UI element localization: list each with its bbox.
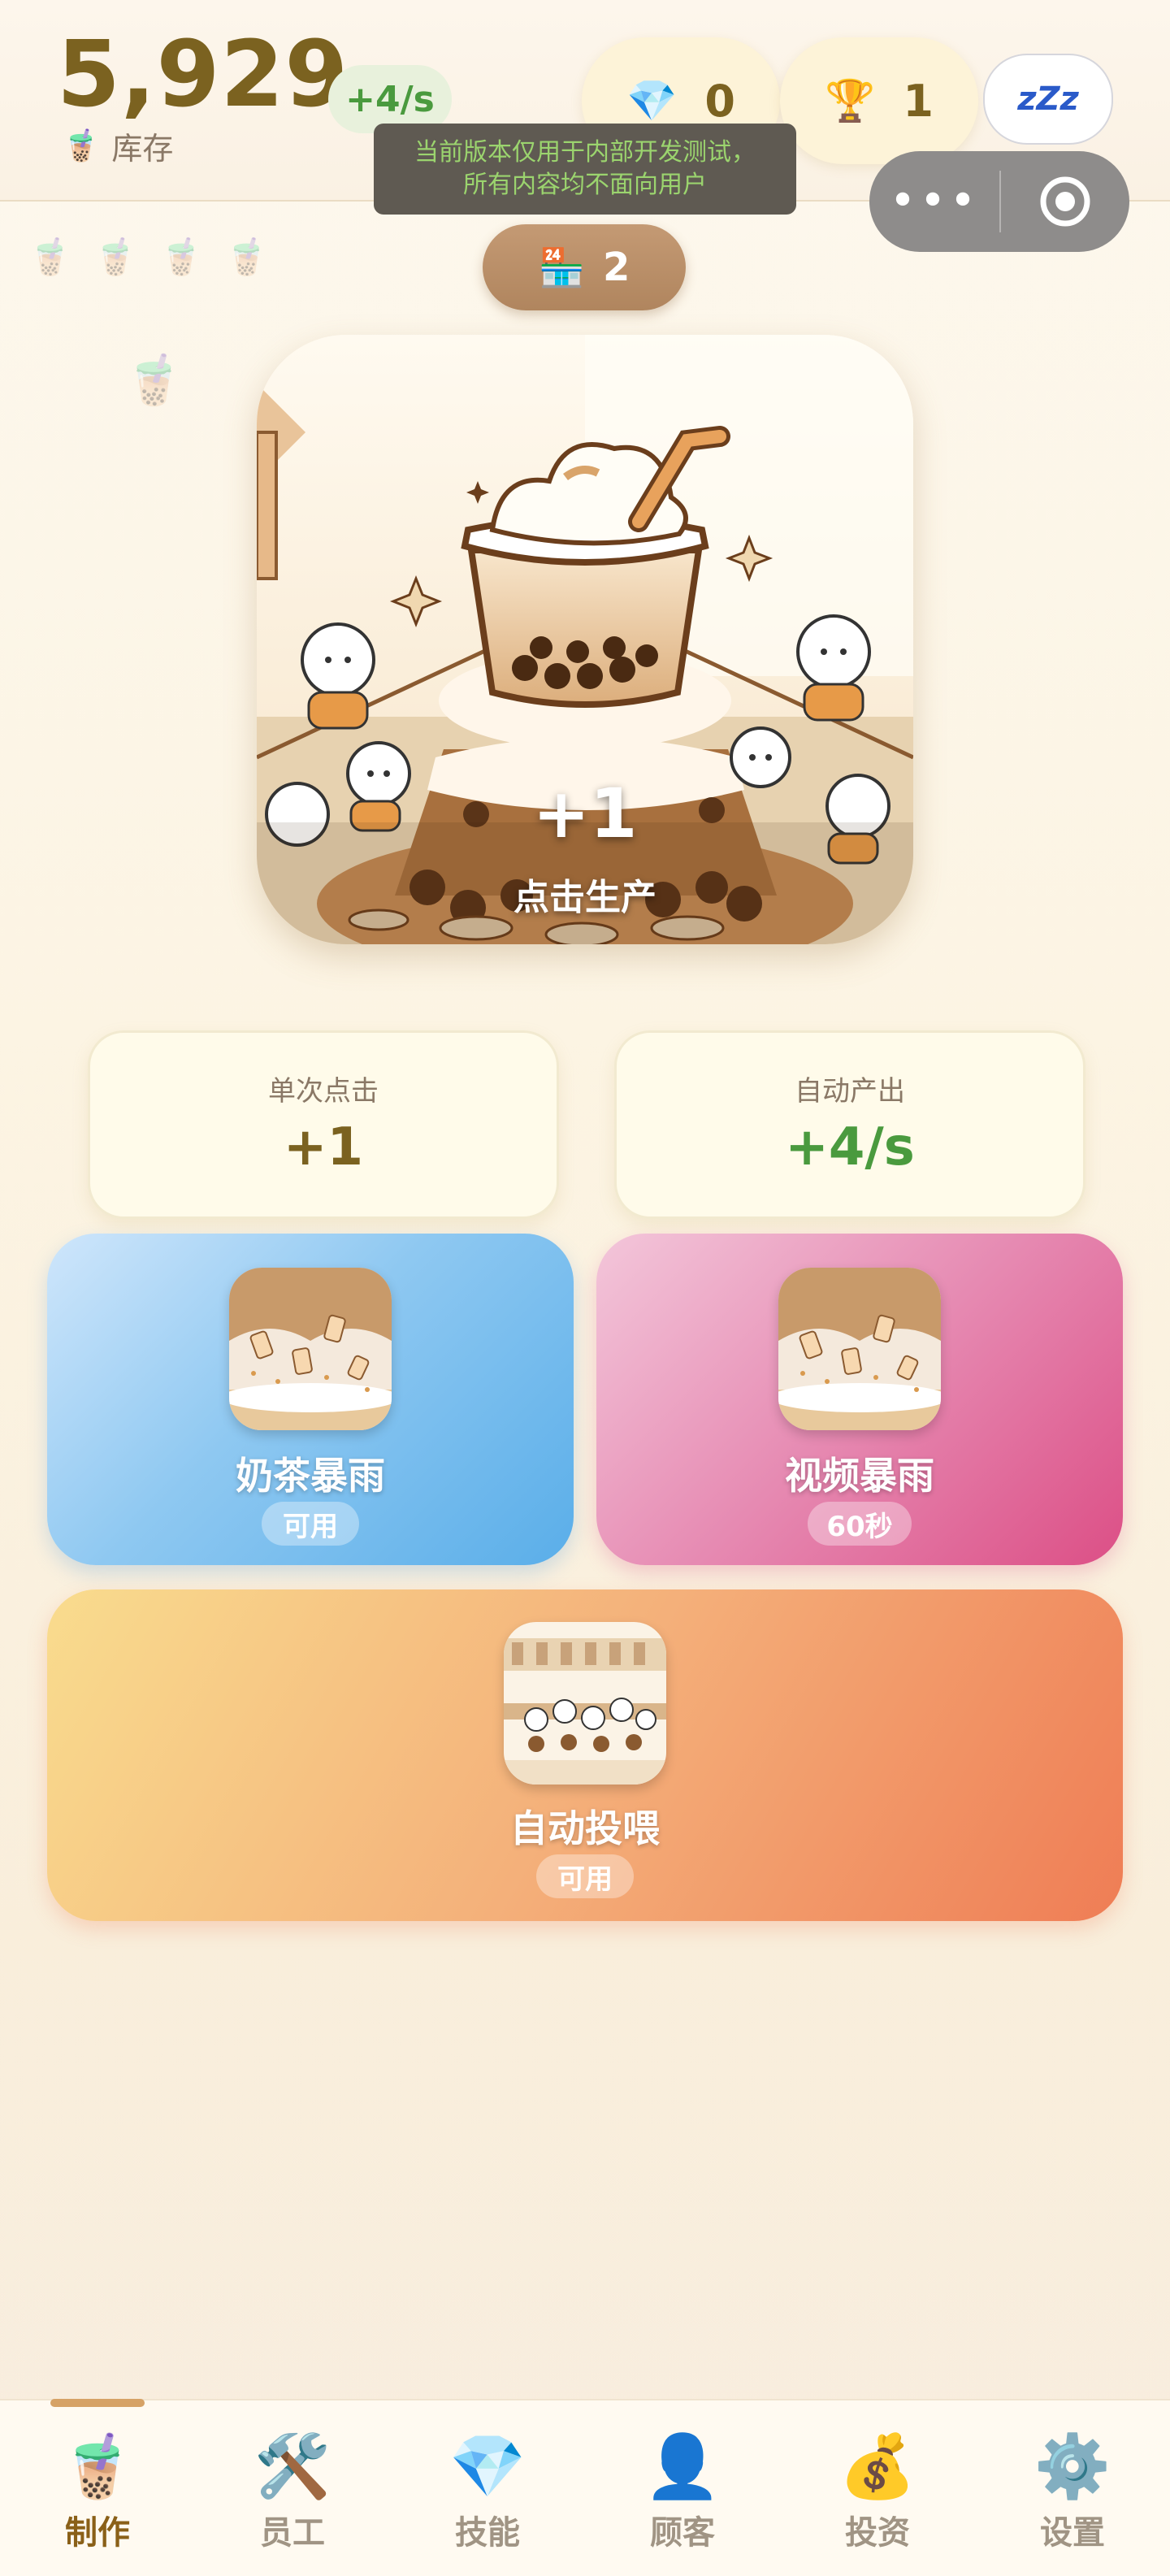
decorative-cups: 🧋 🧋 🧋 🧋 xyxy=(28,236,269,278)
video-rain-skill[interactable]: 视频暴雨 60秒 xyxy=(596,1234,1123,1565)
auto-feed-icon xyxy=(504,1622,666,1785)
skill-status: 可用 xyxy=(536,1854,634,1898)
miniprogram-capsule: ••• xyxy=(869,151,1129,252)
nav-item-skills[interactable]: 💎 技能 xyxy=(390,2400,585,2576)
bottom-nav: 🧋 制作 🛠️ 员工 💎 技能 👤 顾客 💰 投资 ⚙️ 设置 xyxy=(0,2399,1170,2576)
person-icon: 👤 xyxy=(644,2430,722,2502)
click-stat-value: +1 xyxy=(283,1117,364,1177)
skill-title: 视频暴雨 xyxy=(785,1454,934,1498)
store-icon: 🏪 xyxy=(538,245,585,289)
click-stat-card: 单次点击 +1 xyxy=(88,1030,559,1219)
nav-item-settings[interactable]: ⚙️ 设置 xyxy=(975,2400,1170,2576)
produce-amount: +1 xyxy=(532,774,638,853)
gem-count: 0 xyxy=(704,75,735,127)
nav-item-make[interactable]: 🧋 制作 xyxy=(0,2400,195,2576)
hammer-wrench-icon: 🛠️ xyxy=(254,2430,332,2502)
trophy-counter[interactable]: 🏆 1 xyxy=(780,37,978,164)
nav-item-customers[interactable]: 👤 顾客 xyxy=(585,2400,780,2576)
nav-item-staff[interactable]: 🛠️ 员工 xyxy=(195,2400,390,2576)
stock-label: 库存 xyxy=(111,131,174,167)
auto-stat-card: 自动产出 +4/s xyxy=(614,1030,1086,1219)
notice-line-1: 当前版本仅用于内部开发测试， xyxy=(414,138,756,167)
auto-stat-value: +4/s xyxy=(785,1117,915,1177)
auto-stat-label: 自动产出 xyxy=(795,1075,905,1108)
nav-label: 技能 xyxy=(455,2514,520,2552)
milk-tea-rain-skill[interactable]: 奶茶暴雨 可用 xyxy=(47,1234,574,1565)
shop-level: 2 xyxy=(602,245,630,290)
cup-icon: 🧋 xyxy=(93,236,138,278)
stock-count: 5,929 xyxy=(57,22,349,128)
skill-title: 奶茶暴雨 xyxy=(236,1454,385,1498)
gear-icon: ⚙️ xyxy=(1034,2430,1112,2502)
close-miniprogram-icon[interactable] xyxy=(1001,173,1129,230)
produce-button[interactable]: +1 点击生产 xyxy=(257,335,913,944)
money-bag-icon: 💰 xyxy=(838,2430,916,2502)
video-rain-icon xyxy=(778,1268,941,1430)
stock-label-row: 🧋 库存 xyxy=(62,124,173,168)
cup-icon: 🧋 xyxy=(224,236,270,278)
skill-status: 可用 xyxy=(262,1502,359,1546)
cup-icon: 🧋 xyxy=(158,236,204,278)
trophy-icon: 🏆 xyxy=(825,76,876,124)
click-stat-label: 单次点击 xyxy=(268,1075,379,1108)
gem-icon: 💎 xyxy=(626,76,678,124)
produce-cta: 点击生产 xyxy=(514,877,656,918)
gem-icon: 💎 xyxy=(448,2430,526,2502)
nav-label: 员工 xyxy=(260,2514,325,2552)
skill-status: 60秒 xyxy=(808,1502,912,1546)
skill-title: 自动投喂 xyxy=(510,1806,660,1850)
milk-tea-rain-icon xyxy=(229,1268,392,1430)
sleep-icon: zZz xyxy=(1017,80,1079,118)
bubble-tea-icon: 🧋 xyxy=(62,128,101,163)
trophy-count: 1 xyxy=(903,75,934,127)
cup-icon: 🧋 xyxy=(28,236,72,278)
bubble-tea-icon: 🧋 xyxy=(58,2430,136,2502)
nav-active-indicator xyxy=(50,2399,145,2407)
nav-item-invest[interactable]: 💰 投资 xyxy=(780,2400,975,2576)
sleep-button[interactable]: zZz xyxy=(983,54,1113,145)
nav-label: 设置 xyxy=(1040,2514,1105,2552)
nav-label: 顾客 xyxy=(650,2514,715,2552)
notice-line-2: 所有内容均不面向用户 xyxy=(463,171,707,199)
nav-label: 制作 xyxy=(65,2514,130,2552)
more-options-icon[interactable]: ••• xyxy=(869,177,999,226)
faint-cup-icon: 🧋 xyxy=(124,352,184,409)
auto-feed-skill[interactable]: 自动投喂 可用 xyxy=(47,1589,1123,1921)
dev-test-notice: 当前版本仅用于内部开发测试， 所有内容均不面向用户 xyxy=(374,124,796,215)
nav-label: 投资 xyxy=(845,2514,910,2552)
shop-level-badge[interactable]: 🏪 2 xyxy=(483,224,686,310)
